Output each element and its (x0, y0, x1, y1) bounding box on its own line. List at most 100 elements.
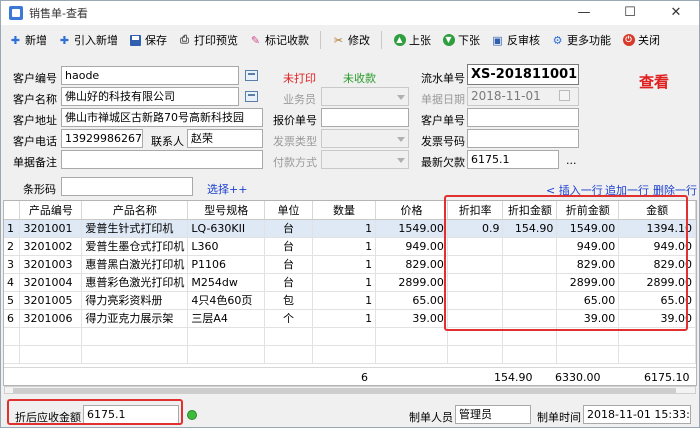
customer-name-picker-icon[interactable] (245, 91, 258, 102)
cell-product-name[interactable]: 爱普生针式打印机 (81, 219, 189, 238)
cell-quantity[interactable]: 1 (312, 309, 377, 328)
table-row[interactable]: 4 3201004 惠普彩色激光打印机 M254dw 台 1 2899.00 2899.00 2… (4, 273, 696, 292)
cell-pre-discount-amount[interactable]: 949.00 (556, 237, 620, 256)
serial-no-input[interactable]: XS-201811001 (467, 64, 579, 85)
salesperson-select[interactable] (321, 87, 409, 106)
cell-unit[interactable]: 台 (264, 219, 313, 238)
cell-row-num[interactable]: 2 (4, 237, 21, 256)
cell-pre-discount-amount[interactable]: 829.00 (556, 255, 620, 274)
cell-product-code[interactable]: 3201001 (19, 219, 83, 238)
calendar-icon[interactable] (559, 90, 570, 101)
cell-pre-discount-amount[interactable]: 65.00 (556, 291, 620, 310)
cell-product-name[interactable]: 爱普生墨仓式打印机 (81, 237, 189, 256)
print-preview-button[interactable]: ⎙ 打印预览 (178, 29, 238, 51)
insert-row-link[interactable]: < 插入一行 (546, 182, 603, 198)
col-header-row-num[interactable] (4, 201, 21, 220)
cell-model-spec[interactable]: M254dw (187, 273, 266, 292)
cell-discount-amount[interactable] (502, 309, 558, 328)
save-button[interactable]: 保存 (129, 29, 167, 51)
horizontal-scrollbar[interactable] (4, 386, 696, 394)
edit-button[interactable]: ✂ 修改 (332, 29, 370, 51)
customer-code-input[interactable]: haode (61, 66, 239, 85)
cell-discount-rate[interactable] (447, 291, 504, 310)
cell-amount[interactable]: 39.00 (618, 309, 696, 328)
cell-discount-amount[interactable] (502, 273, 558, 292)
cell-amount[interactable]: 1394.10 (618, 219, 696, 238)
cell-quantity[interactable]: 1 (312, 255, 377, 274)
cell-unit[interactable]: 包 (264, 291, 313, 310)
cell-price[interactable]: 829.00 (375, 255, 448, 274)
cell-row-num[interactable]: 1 (4, 219, 21, 238)
cell-unit[interactable]: 台 (264, 273, 313, 292)
cell-product-code[interactable]: 3201004 (19, 273, 83, 292)
cell-discount-rate[interactable]: 0.9 (447, 219, 504, 238)
close-button[interactable]: ⏻ 关闭 (622, 29, 660, 51)
maximize-button[interactable]: ☐ (607, 1, 653, 25)
invoice-no-input[interactable] (467, 129, 579, 148)
table-row[interactable]: 2 3201002 爱普生墨仓式打印机 L360 台 1 949.00 949.00 949.0… (4, 237, 696, 256)
cell-quantity[interactable]: 1 (312, 219, 377, 238)
cell-product-code[interactable]: 3201003 (19, 255, 83, 274)
cell-discount-rate[interactable] (447, 273, 504, 292)
table-row[interactable]: 3 3201003 惠普黑白激光打印机 P1106 台 1 829.00 829.00 829.… (4, 255, 696, 274)
cell-price[interactable]: 2899.00 (375, 273, 448, 292)
cell-discount-amount[interactable] (502, 255, 558, 274)
col-header-price[interactable]: 价格 (375, 201, 448, 220)
cell-model-spec[interactable]: L360 (187, 237, 266, 256)
cell-price[interactable]: 949.00 (375, 237, 448, 256)
new-button[interactable]: ✚ 新增 (9, 29, 47, 51)
cell-pre-discount-amount[interactable]: 1549.00 (556, 219, 620, 238)
cell-discount-rate[interactable] (447, 255, 504, 274)
cell-amount[interactable]: 829.00 (618, 255, 696, 274)
cell-product-name[interactable]: 得力亮彩资料册 (81, 291, 189, 310)
cell-model-spec[interactable]: LQ-630KII (187, 219, 266, 238)
cell-row-num[interactable]: 6 (4, 309, 21, 328)
barcode-input[interactable] (61, 177, 193, 196)
table-row[interactable]: 5 3201005 得力亮彩资料册 4只4色60页包 1 65.00 65.00 65.00 (4, 291, 696, 310)
unaudit-button[interactable]: ▣ 反审核 (491, 29, 540, 51)
payment-method-select[interactable] (321, 150, 409, 169)
col-header-amount[interactable]: 金额 (618, 201, 696, 220)
cell-row-num[interactable]: 5 (4, 291, 21, 310)
cell-product-code[interactable]: 3201006 (19, 309, 83, 328)
product-grid[interactable]: 产品编号 产品名称 型号规格 单位 数量 价格 折扣率 折扣金额 折前金额 金额 1 3201001… (3, 200, 697, 386)
col-header-discount-amount[interactable]: 折扣金额 (502, 201, 558, 220)
customer-picker-icon[interactable] (245, 70, 258, 81)
cell-discount-amount[interactable]: 154.90 (502, 219, 558, 238)
cell-row-num[interactable]: 3 (4, 255, 21, 274)
table-row[interactable]: 1 3201001 爱普生针式打印机 LQ-630KII 台 1 1549.00 0.9 154… (4, 219, 696, 238)
prev-button[interactable]: ▲ 上张 (393, 29, 431, 51)
latest-debt-more-button[interactable]: ... (566, 154, 577, 167)
col-header-unit[interactable]: 单位 (264, 201, 313, 220)
phone-input[interactable]: 13929986267 (61, 129, 143, 148)
cell-pre-discount-amount[interactable]: 2899.00 (556, 273, 620, 292)
select-plus-link[interactable]: 选择++ (207, 181, 247, 197)
quote-no-input[interactable] (321, 108, 409, 127)
cell-product-name[interactable]: 惠普彩色激光打印机 (81, 273, 189, 292)
address-input[interactable]: 佛山市禅城区古新路70号高新科技园 (61, 108, 263, 127)
cell-quantity[interactable]: 1 (312, 273, 377, 292)
remark-input[interactable] (61, 150, 263, 169)
close-window-button[interactable]: ✕ (653, 1, 699, 25)
cell-discount-rate[interactable] (447, 237, 504, 256)
table-row[interactable]: 6 3201006 得力亚克力展示架 三层A4 个 1 39.00 39.00 39.00 (4, 309, 696, 328)
cell-price[interactable]: 1549.00 (375, 219, 448, 238)
import-new-button[interactable]: ✚ 引入新增 (58, 29, 118, 51)
cell-model-spec[interactable]: 三层A4 (187, 309, 266, 328)
scrollbar-thumb[interactable] (13, 388, 676, 393)
cell-unit[interactable]: 台 (264, 237, 313, 256)
cell-quantity[interactable]: 1 (312, 237, 377, 256)
contact-input[interactable]: 赵荣 (187, 129, 263, 148)
customer-order-input[interactable] (467, 108, 579, 127)
cell-product-code[interactable]: 3201005 (19, 291, 83, 310)
cell-amount[interactable]: 65.00 (618, 291, 696, 310)
cell-discount-amount[interactable] (502, 291, 558, 310)
append-row-link[interactable]: 追加一行 (605, 182, 649, 198)
cell-amount[interactable]: 949.00 (618, 237, 696, 256)
cell-pre-discount-amount[interactable]: 39.00 (556, 309, 620, 328)
cell-quantity[interactable]: 1 (312, 291, 377, 310)
col-header-model-spec[interactable]: 型号规格 (187, 201, 266, 220)
cell-product-name[interactable]: 惠普黑白激光打印机 (81, 255, 189, 274)
cell-unit[interactable]: 台 (264, 255, 313, 274)
minimize-button[interactable]: — (561, 1, 607, 25)
